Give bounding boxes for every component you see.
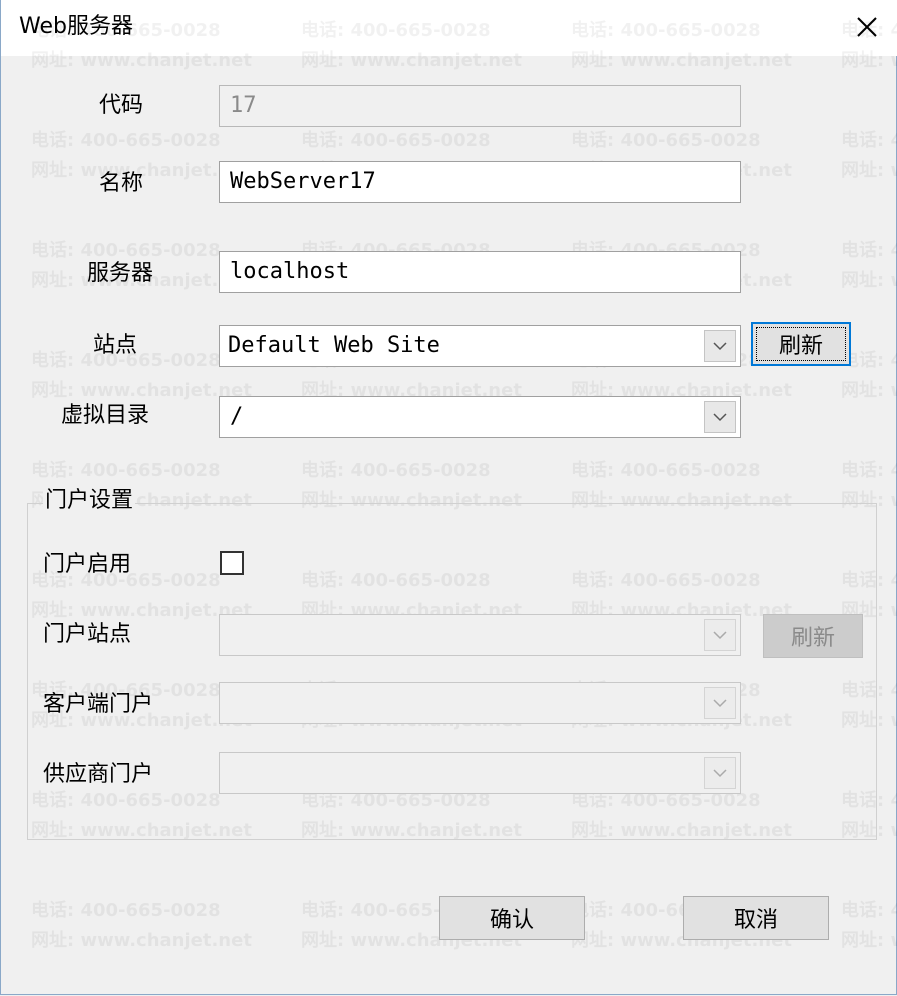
portal-enable-label: 门户启用 <box>43 552 132 577</box>
watermark-site: 网址: www.chanjet.net <box>841 160 897 181</box>
site-refresh-button[interactable]: 刷新 <box>751 322 851 366</box>
server-label: 服务器 <box>87 261 154 286</box>
supplier-portal-dropdown-button[interactable] <box>704 757 736 789</box>
watermark-phone: 电话: 400-665-0028 <box>841 460 897 481</box>
virtual-directory-value: / <box>230 404 244 429</box>
chevron-down-icon <box>713 342 727 351</box>
supplier-portal-label: 供应商门户 <box>43 762 154 787</box>
watermark-phone: 电话: 400-665-0028 <box>31 900 221 921</box>
watermark-phone: 电话: 400-665-0028 <box>571 460 761 481</box>
watermark-phone: 电话: 400-665-0028 <box>571 130 761 151</box>
window-title: Web服务器 <box>19 14 133 39</box>
chevron-down-icon <box>713 631 727 640</box>
portal-site-refresh-button[interactable]: 刷新 <box>763 614 863 658</box>
name-label: 名称 <box>99 171 144 196</box>
site-label: 站点 <box>93 333 138 358</box>
virtual-directory-dropdown-button[interactable] <box>704 401 736 433</box>
portal-site-label: 门户站点 <box>43 622 132 647</box>
customer-portal-label: 客户端门户 <box>43 692 154 717</box>
customer-portal-select[interactable] <box>219 682 741 724</box>
chevron-down-icon <box>713 699 727 708</box>
site-refresh-label: 刷新 <box>756 327 846 361</box>
watermark-phone: 电话: 400-665-0028 <box>841 240 897 261</box>
site-value: Default Web Site <box>228 333 440 358</box>
code-field: 17 <box>219 85 741 127</box>
supplier-portal-select[interactable] <box>219 752 741 794</box>
confirm-button[interactable]: 确认 <box>439 896 585 940</box>
virtual-directory-label: 虚拟目录 <box>61 403 150 428</box>
site-select[interactable]: Default Web Site <box>219 325 741 367</box>
watermark-site: 网址: www.chanjet.net <box>841 930 897 951</box>
portal-enable-checkbox[interactable] <box>220 551 244 575</box>
name-input[interactable]: WebServer17 <box>219 161 741 203</box>
watermark-phone: 电话: 400-665-0028 <box>31 130 221 151</box>
watermark-phone: 电话: 400-665-0028 <box>31 460 221 481</box>
watermark-phone: 电话: 400-665-0028 <box>841 900 897 921</box>
watermark-layer: 电话: 400-665-0028 网址: www.chanjet.net 电话: 4… <box>1 0 897 996</box>
virtual-directory-select[interactable]: / <box>219 396 741 438</box>
close-button[interactable] <box>848 8 886 46</box>
watermark-site: 网址: www.chanjet.net <box>31 930 252 951</box>
web-server-dialog: Web服务器 电话: 400-665-0028 网址: www.chanjet.n… <box>0 0 897 995</box>
title-bar: Web服务器 <box>1 0 897 56</box>
server-input[interactable]: localhost <box>219 251 741 293</box>
watermark-site: 网址: www.chanjet.net <box>841 270 897 291</box>
chevron-down-icon <box>713 413 727 422</box>
customer-portal-dropdown-button[interactable] <box>704 687 736 719</box>
code-label: 代码 <box>99 93 144 118</box>
name-value: WebServer17 <box>230 169 376 194</box>
portal-settings-title: 门户设置 <box>43 486 136 516</box>
code-value: 17 <box>230 93 257 118</box>
close-icon <box>857 17 877 37</box>
watermark-phone: 电话: 400-665-0028 <box>301 460 491 481</box>
watermark-phone: 电话: 400-665-0028 <box>301 130 491 151</box>
site-dropdown-button[interactable] <box>704 330 736 362</box>
chevron-down-icon <box>713 769 727 778</box>
server-value: localhost <box>230 259 350 284</box>
portal-site-select[interactable] <box>219 614 741 656</box>
watermark-phone: 电话: 400-665-0028 <box>841 130 897 151</box>
watermark-site: 网址: www.chanjet.net <box>841 380 897 401</box>
cancel-button[interactable]: 取消 <box>683 896 829 940</box>
portal-site-dropdown-button[interactable] <box>704 619 736 651</box>
